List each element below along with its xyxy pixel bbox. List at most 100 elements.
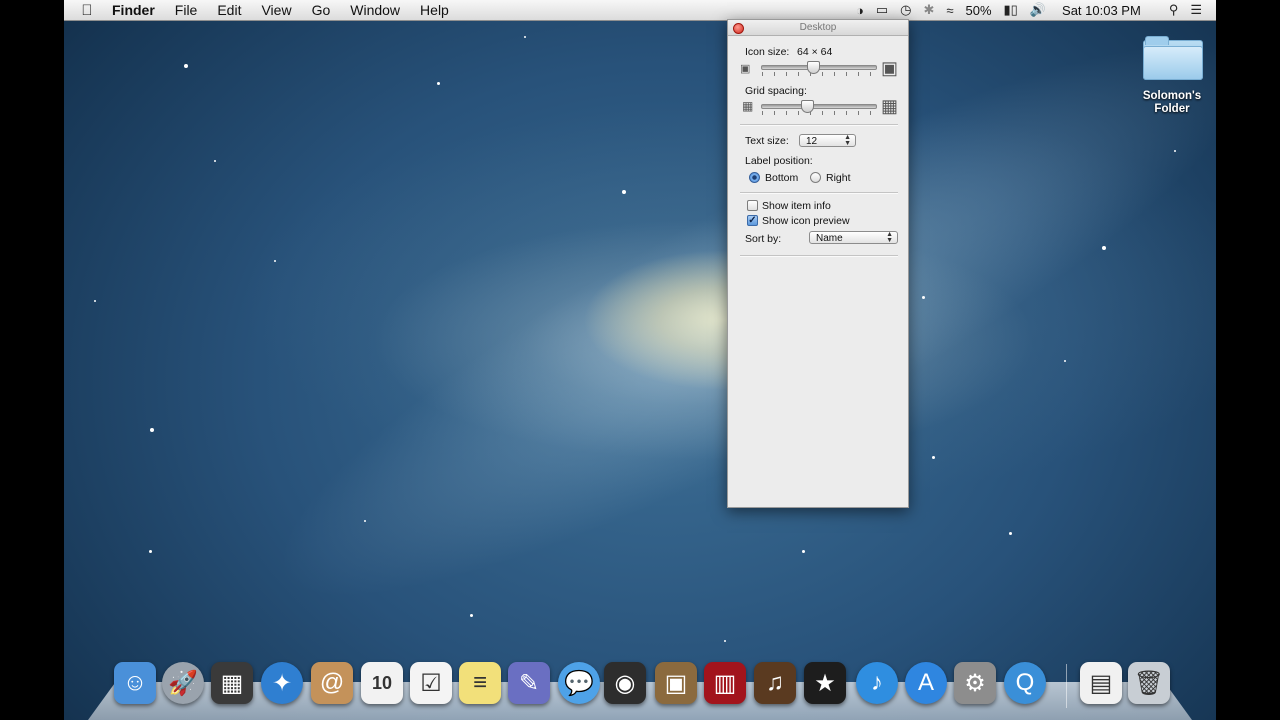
quicktime-icon[interactable]: Q xyxy=(1004,662,1046,704)
folder-icon[interactable] xyxy=(1143,36,1203,80)
star xyxy=(724,640,726,642)
panel-title: Desktop xyxy=(799,22,837,33)
separator xyxy=(740,192,898,194)
bluetooth-icon[interactable]: ✱ xyxy=(917,2,940,18)
star xyxy=(364,520,366,522)
star xyxy=(932,456,935,459)
large-icon-size-icon: ▣ xyxy=(881,58,899,78)
star xyxy=(524,36,526,38)
contacts-icon[interactable]: @ xyxy=(311,662,353,704)
star xyxy=(1102,246,1106,250)
text-size-value: 12 xyxy=(806,136,818,147)
messages-icon[interactable]: 💬 xyxy=(558,662,600,704)
trash-icon[interactable]: 🗑 xyxy=(1128,662,1170,704)
app-store-icon[interactable]: A xyxy=(905,662,947,704)
wifi-icon[interactable]: ≈ xyxy=(940,3,959,18)
icon-size-ticks xyxy=(762,72,874,76)
show-icon-preview-checkbox[interactable]: ✓ xyxy=(747,215,758,226)
launchpad-icon[interactable]: 🚀 xyxy=(162,662,204,704)
small-icon-size-icon: ▣ xyxy=(740,63,751,75)
desktop-view-options-panel: Desktop Icon size: 64 × 64 ▣ ▣ Grid spac… xyxy=(727,19,909,508)
star xyxy=(184,64,188,68)
star xyxy=(1174,150,1176,152)
star xyxy=(149,550,152,553)
separator xyxy=(740,124,898,126)
popup-arrows-icon: ▲ ▼ xyxy=(844,134,851,147)
icon-size-slider-knob[interactable] xyxy=(807,61,820,74)
star xyxy=(1064,360,1066,362)
galaxy-band xyxy=(222,0,1216,685)
mission-control-icon[interactable]: ▦ xyxy=(211,662,253,704)
apple-menu-icon[interactable]:  xyxy=(64,2,110,19)
iphoto-icon[interactable]: ▣ xyxy=(655,662,697,704)
menu-help[interactable]: Help xyxy=(410,0,459,20)
large-grid-icon: ▦ xyxy=(881,96,899,116)
photo-booth-icon[interactable]: ▥ xyxy=(704,662,746,704)
sort-by-popup[interactable]: Name ▲ ▼ xyxy=(809,231,898,244)
text-size-label: Text size: xyxy=(745,135,789,147)
facetime-icon[interactable]: ◉ xyxy=(604,662,646,704)
sort-by-label: Sort by: xyxy=(745,233,782,245)
star xyxy=(94,300,96,302)
close-button[interactable] xyxy=(733,23,744,34)
star xyxy=(622,190,626,194)
battery-percentage[interactable]: 50% xyxy=(960,3,998,18)
label-position-label: Label position: xyxy=(745,155,813,167)
time-machine-icon[interactable]: ◷ xyxy=(894,2,917,18)
star xyxy=(437,82,440,85)
airplay-icon[interactable]: ▭ xyxy=(870,2,894,18)
grid-spacing-label: Grid spacing: xyxy=(745,85,807,97)
calendar-icon[interactable]: 10 xyxy=(361,662,403,704)
garageband-icon[interactable]: ♫ xyxy=(754,662,796,704)
star xyxy=(802,550,805,553)
popup-arrows-icon: ▲ ▼ xyxy=(886,231,893,244)
imovie-icon[interactable]: ★ xyxy=(804,662,846,704)
grid-spacing-slider-knob[interactable] xyxy=(801,100,814,113)
itunes-icon[interactable]: ♪ xyxy=(856,662,898,704)
menu-go[interactable]: Go xyxy=(302,0,341,20)
icon-size-value: 64 × 64 xyxy=(797,46,833,58)
star xyxy=(1009,532,1012,535)
show-item-info-label[interactable]: Show item info xyxy=(762,200,831,212)
radio-right[interactable] xyxy=(810,172,821,183)
documents-stack-icon[interactable]: ▤ xyxy=(1080,662,1122,704)
star xyxy=(922,296,925,299)
volume-icon[interactable]: 🔊 xyxy=(1024,2,1052,18)
menu-window[interactable]: Window xyxy=(340,0,410,20)
safari-icon[interactable]: ✦ xyxy=(261,662,303,704)
battery-icon[interactable]: ▮▯ xyxy=(998,2,1024,18)
notes-icon[interactable]: ≡ xyxy=(459,662,501,704)
radio-bottom-label[interactable]: Bottom xyxy=(765,172,798,184)
sort-by-value: Name xyxy=(816,233,843,244)
star xyxy=(274,260,276,262)
radio-bottom[interactable] xyxy=(749,172,760,183)
star xyxy=(470,614,473,617)
separator xyxy=(740,255,898,257)
system-preferences-icon[interactable]: ⚙ xyxy=(954,662,996,704)
menu-edit[interactable]: Edit xyxy=(207,0,251,20)
panel-titlebar: Desktop xyxy=(728,20,908,36)
status-area: ◑ ▭ ◷ ✱ ≈ 50% ▮▯ 🔊 Sat 10:03 PM ⚲ ☰ xyxy=(850,0,1208,20)
show-icon-preview-label[interactable]: Show icon preview xyxy=(762,215,850,227)
notification-center-icon[interactable]: ☰ xyxy=(1184,2,1208,18)
text-size-popup[interactable]: 12 ▲ ▼ xyxy=(799,134,856,147)
menu-view[interactable]: View xyxy=(251,0,301,20)
moon-icon[interactable]: ◑ xyxy=(850,3,870,18)
star xyxy=(214,160,216,162)
spotlight-search-icon[interactable]: ⚲ xyxy=(1163,2,1185,18)
small-grid-icon: ▦ xyxy=(742,99,754,113)
menu-clock[interactable]: Sat 10:03 PM xyxy=(1052,3,1163,18)
menu-bar:  Finder File Edit View Go Window Help ◑… xyxy=(64,0,1216,21)
desktop-background xyxy=(64,0,1216,720)
reminders-icon[interactable]: ☑ xyxy=(410,662,452,704)
mail-icon[interactable]: ✎ xyxy=(508,662,550,704)
star xyxy=(150,428,154,432)
dock-divider xyxy=(1066,664,1067,708)
radio-right-label[interactable]: Right xyxy=(826,172,851,184)
grid-spacing-track[interactable] xyxy=(761,104,877,109)
finder-icon[interactable]: ☺ xyxy=(114,662,156,704)
folder-label[interactable]: Solomon's Folder xyxy=(1126,90,1218,116)
show-item-info-checkbox[interactable] xyxy=(747,200,758,211)
menu-file[interactable]: File xyxy=(165,0,208,20)
menu-app-name[interactable]: Finder xyxy=(110,0,165,20)
